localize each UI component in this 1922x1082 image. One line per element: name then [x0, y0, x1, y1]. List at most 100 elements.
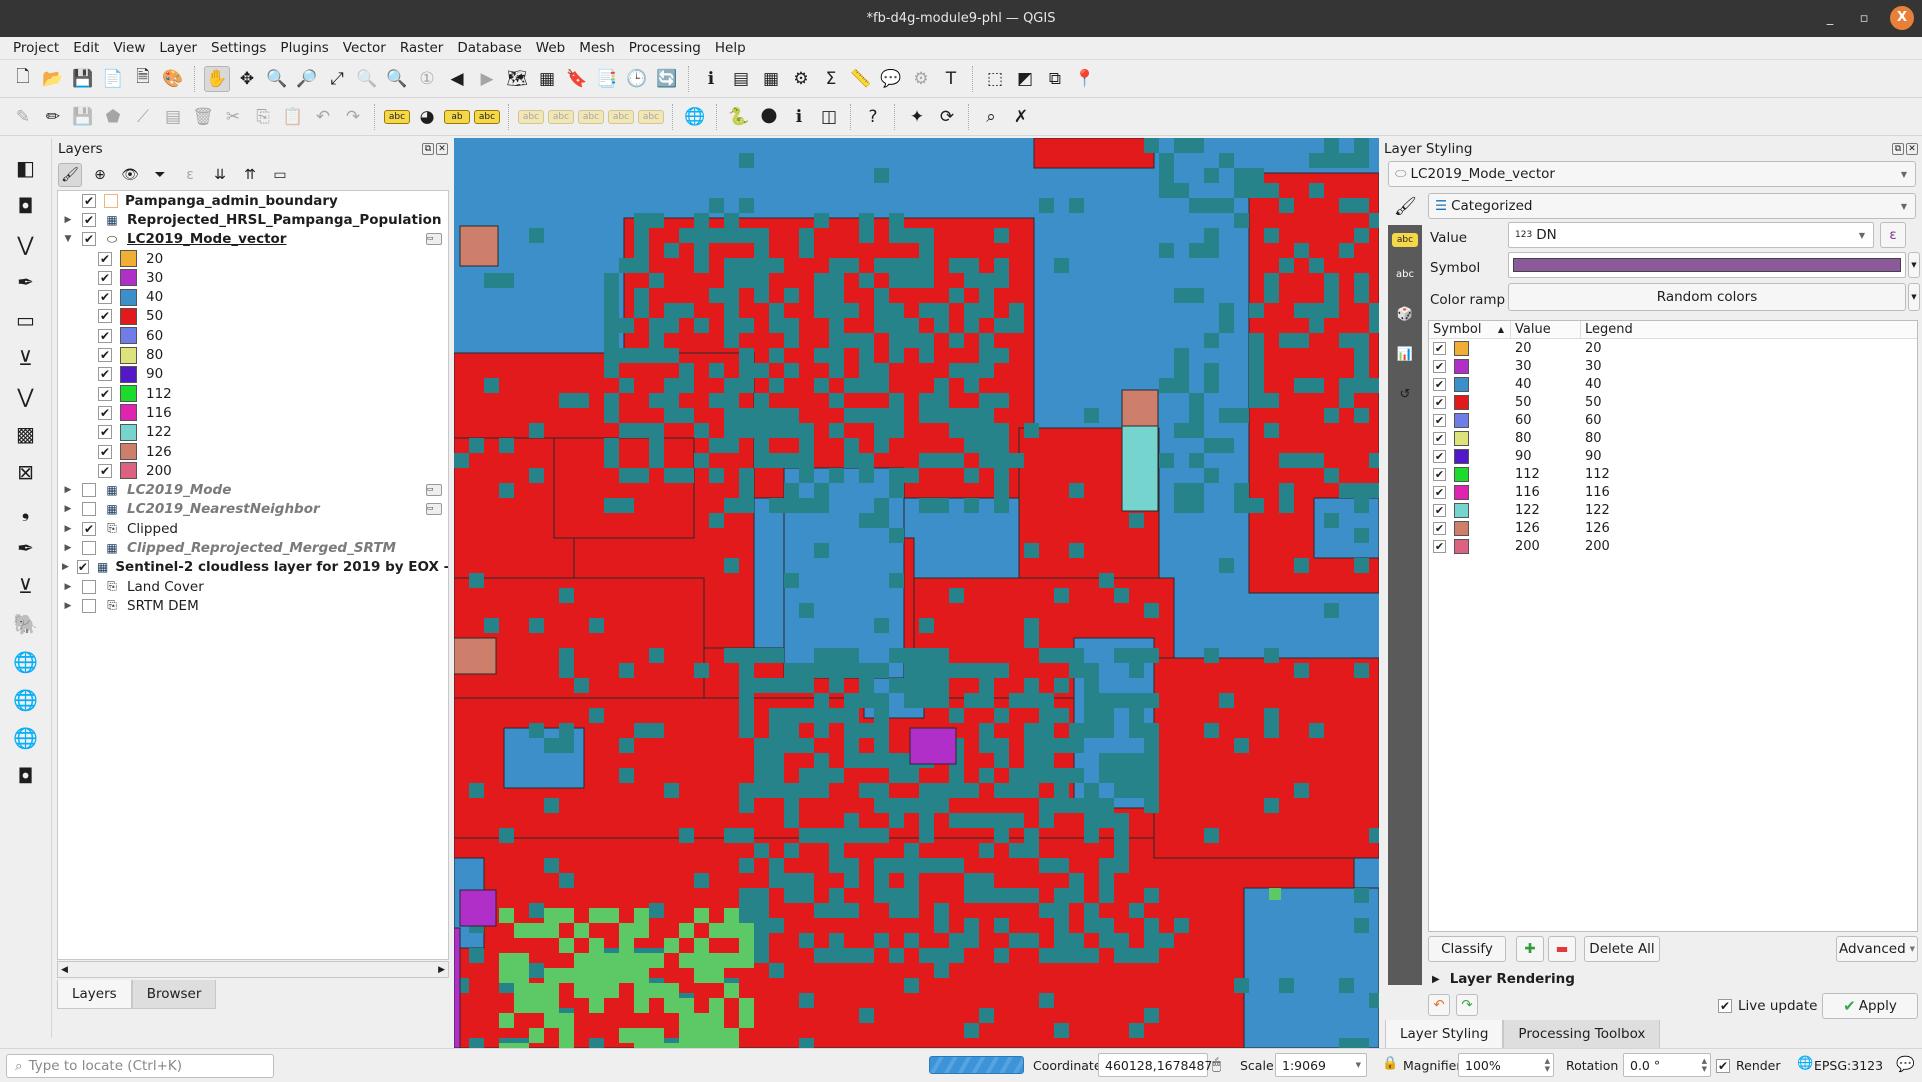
new-virtual-layer-icon[interactable]: ⊻ — [10, 342, 42, 374]
scroll-right-icon[interactable]: ▶ — [438, 965, 445, 975]
category-row[interactable]: ✔ 80 80 — [1429, 429, 1917, 447]
expand-arrow-icon[interactable]: ▶ — [62, 504, 74, 514]
highlight-pinned-labels-icon[interactable]: abc — [474, 109, 500, 124]
zoom-in-icon[interactable]: 🔍 — [264, 66, 290, 92]
category-row[interactable]: ✔ 112 112 — [1429, 465, 1917, 483]
menu-settings[interactable]: Settings — [204, 40, 273, 56]
category-legend[interactable]: 200 — [1581, 539, 1610, 554]
open-project-icon[interactable]: 📂 — [40, 66, 66, 92]
layer-visibility-checkbox[interactable]: ✔ — [82, 212, 96, 227]
attribute-table-icon[interactable]: ▤ — [728, 66, 754, 92]
magnifier-spinbox[interactable]: 100% ▲ ▼ — [1458, 1053, 1554, 1077]
layer-tree-item[interactable]: ▶ ⎘ SRTM DEM — [58, 596, 448, 615]
add-feature-icon[interactable]: ⬟ — [100, 104, 126, 130]
classify-button[interactable]: Classify — [1428, 936, 1506, 962]
layer-visibility-checkbox[interactable] — [82, 579, 96, 594]
category-legend[interactable]: 122 — [1581, 503, 1610, 518]
category-checkbox[interactable]: ✔ — [1433, 431, 1446, 445]
float-panel-icon[interactable]: ⧉ — [1892, 143, 1904, 155]
category-value[interactable]: 40 — [1511, 377, 1581, 392]
zoom-last-icon[interactable]: ◀ — [444, 66, 470, 92]
show-hide-labels-icon[interactable]: abc — [548, 109, 574, 124]
temporary-layer-icon[interactable]: ▭ — [426, 484, 442, 497]
legend-category-item[interactable]: ✔ 20 — [58, 249, 448, 268]
category-checkbox[interactable]: ✔ — [1433, 395, 1446, 409]
zoom-next-icon[interactable]: ▶ — [474, 66, 500, 92]
category-visibility-checkbox[interactable]: ✔ — [98, 405, 112, 420]
category-value[interactable]: 126 — [1511, 521, 1581, 536]
lock-scale-icon[interactable]: 🔒 — [1382, 1056, 1398, 1071]
layer-visibility-checkbox[interactable]: ✔ — [82, 232, 96, 247]
category-symbol-swatch[interactable] — [1454, 376, 1469, 392]
statistical-summary-icon[interactable]: Σ — [818, 66, 844, 92]
legend-category-item[interactable]: ✔ 200 — [58, 461, 448, 480]
tab-layers[interactable]: Layers — [57, 980, 132, 1009]
category-row[interactable]: ✔ 40 40 — [1429, 375, 1917, 393]
legend-category-item[interactable]: ✔ 116 — [58, 403, 448, 422]
category-legend[interactable]: 30 — [1581, 359, 1602, 374]
zoom-native-icon[interactable]: ① — [414, 66, 440, 92]
zoom-full-icon[interactable]: ⤢ — [324, 66, 350, 92]
save-edits-icon[interactable]: 💾 — [70, 104, 96, 130]
labels-tab-icon[interactable]: abc — [1392, 233, 1418, 247]
menu-mesh[interactable]: Mesh — [572, 40, 622, 56]
run-action-icon[interactable]: ⚙ — [908, 66, 934, 92]
modify-attributes-icon[interactable]: ▤ — [160, 104, 186, 130]
add-raster-layer-icon[interactable]: ▩ — [10, 418, 42, 450]
category-value[interactable]: 60 — [1511, 413, 1581, 428]
deselect-all-icon[interactable]: ⧉ — [1042, 66, 1068, 92]
category-value[interactable]: 80 — [1511, 431, 1581, 446]
temporary-layer-icon[interactable]: ▭ — [426, 503, 442, 516]
apply-button[interactable]: ✔ Apply — [1822, 993, 1918, 1019]
help-icon[interactable]: ? — [860, 104, 886, 130]
vertex-tool-icon[interactable]: ⟋ — [130, 104, 156, 130]
category-legend[interactable]: 40 — [1581, 377, 1602, 392]
layer-labeling-icon[interactable]: abc — [384, 109, 410, 124]
category-row[interactable]: ✔ 90 90 — [1429, 447, 1917, 465]
coordinate-field[interactable]: 460128,1678487 — [1098, 1053, 1212, 1077]
add-mssql-layer-icon[interactable]: ◘ — [10, 760, 42, 792]
layer-rendering-section[interactable]: ▶ Layer Rendering — [1432, 971, 1575, 987]
add-wfs-layer-icon[interactable]: 🌐 — [10, 722, 42, 754]
pan-map-icon[interactable]: ✋ — [204, 65, 230, 92]
rotation-spinbox[interactable]: 0.0 ° ▲ ▼ — [1623, 1053, 1711, 1077]
category-checkbox[interactable]: ✔ — [1433, 467, 1446, 481]
category-visibility-checkbox[interactable]: ✔ — [98, 290, 112, 305]
expand-arrow-icon[interactable]: ▶ — [62, 485, 74, 495]
menu-raster[interactable]: Raster — [393, 40, 451, 56]
expand-arrow-icon[interactable]: ▶ — [62, 524, 74, 534]
pin-unpin-labels-icon[interactable]: ab — [444, 109, 470, 124]
layer-tree-item[interactable]: ▶ ▦ LC2019_NearestNeighbor ▭ — [58, 500, 448, 519]
layer-visibility-checkbox[interactable]: ✔ — [76, 560, 89, 575]
expand-arrow-icon[interactable]: ▶ — [62, 601, 74, 611]
menu-edit[interactable]: Edit — [66, 40, 106, 56]
color-ramp-dropdown-icon[interactable]: ▼ — [1908, 283, 1920, 311]
expand-arrow-icon[interactable]: ▶ — [62, 562, 69, 572]
remove-layer-icon[interactable]: ▭ — [268, 163, 292, 187]
layer-visibility-checkbox[interactable] — [82, 502, 96, 517]
new-map-view-icon[interactable]: 🗺 — [504, 66, 530, 92]
layer-visibility-checkbox[interactable] — [82, 598, 96, 613]
add-xyz-layer-icon[interactable]: 🌐 — [10, 684, 42, 716]
masks-tab-icon[interactable]: abc — [1392, 261, 1418, 287]
redo-style-button[interactable]: ↷ — [1456, 994, 1478, 1016]
category-symbol-swatch[interactable] — [1454, 394, 1469, 410]
add-spatialite-layer-icon[interactable]: ✒ — [10, 532, 42, 564]
diagrams-tab-icon[interactable]: 📊 — [1392, 341, 1418, 367]
rotate-label-icon[interactable]: abc — [578, 109, 604, 124]
identify-features-icon[interactable]: ℹ — [698, 66, 724, 92]
layer-tree-item[interactable]: ▶ ▦ Clipped_Reprojected_Merged_SRTM — [58, 538, 448, 557]
category-visibility-checkbox[interactable]: ✔ — [98, 348, 112, 363]
save-project-icon[interactable]: 💾 — [70, 66, 96, 92]
category-symbol-swatch[interactable] — [1454, 448, 1469, 464]
python-console-icon[interactable]: 🐍 — [726, 104, 752, 130]
layer-tree-horizontal-scrollbar[interactable]: ◀ ▶ — [57, 961, 449, 978]
toggle-editing-icon[interactable]: ✏ — [40, 104, 66, 130]
category-checkbox[interactable]: ✔ — [1433, 341, 1446, 355]
manage-map-themes-icon[interactable]: 👁 — [118, 163, 142, 187]
close-panel-icon[interactable]: ✕ — [1906, 143, 1918, 155]
column-header-symbol[interactable]: Symbol ▲ — [1429, 321, 1511, 338]
category-checkbox[interactable]: ✔ — [1433, 539, 1446, 553]
menu-web[interactable]: Web — [529, 40, 572, 56]
add-group-icon[interactable]: ⊕ — [88, 163, 112, 187]
